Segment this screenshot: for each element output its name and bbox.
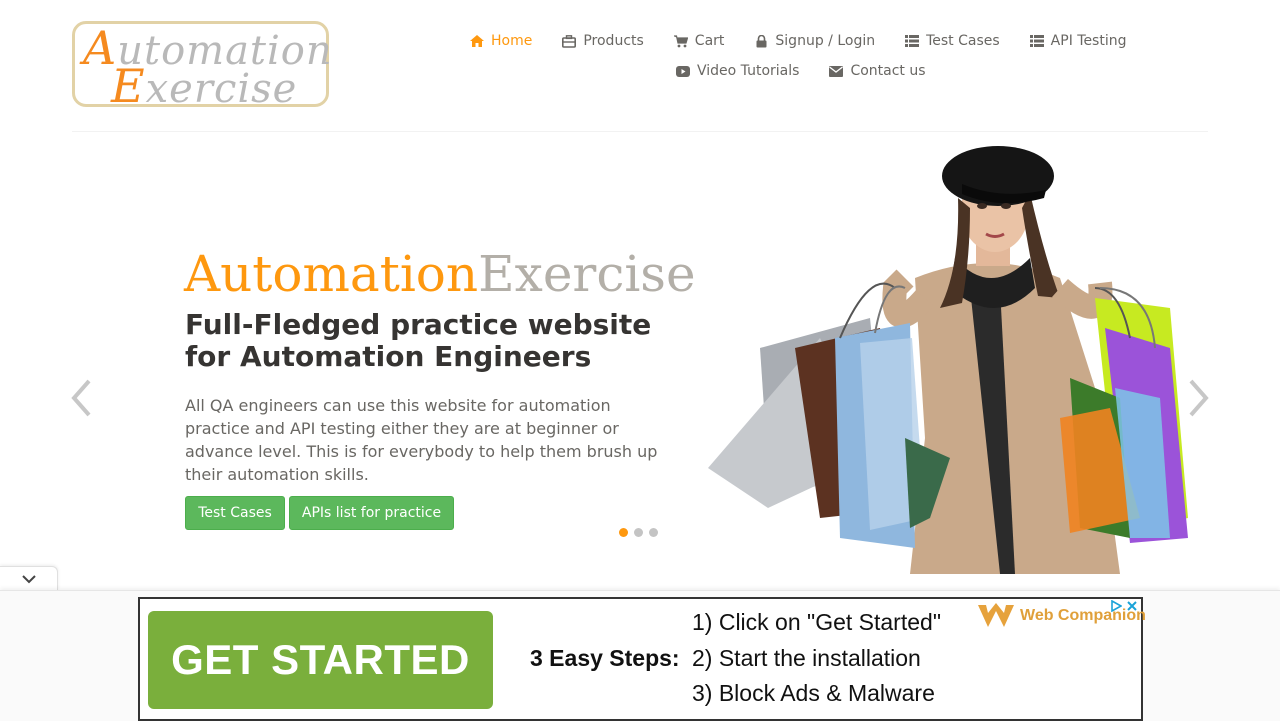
nav-contact-us[interactable]: Contact us [829, 63, 926, 79]
nav-video-tutorials-label: Video Tutorials [697, 63, 800, 79]
list-icon [905, 34, 920, 48]
ad-close-icon[interactable] [1125, 599, 1139, 613]
chevron-down-icon [21, 575, 36, 584]
nav-api-testing[interactable]: API Testing [1029, 33, 1127, 49]
cart-icon [673, 34, 688, 48]
nav-products[interactable]: Products [562, 33, 644, 49]
nav-signup-login[interactable]: Signup / Login [754, 33, 875, 49]
slider-brand-title: AutomationExercise [184, 245, 696, 303]
nav-cart-label: Cart [694, 33, 725, 49]
nav-test-cases[interactable]: Test Cases [905, 33, 1000, 49]
nav-api-testing-label: API Testing [1050, 33, 1127, 49]
main-nav: Home Products Cart Signup / Login Test C… [470, 26, 1190, 86]
slider-dot-1[interactable] [619, 528, 628, 537]
slider-prev-button[interactable] [70, 378, 91, 418]
nav-signup-login-label: Signup / Login [775, 33, 876, 49]
logo-line-2: Exercise [111, 59, 298, 113]
web-companion-logo-icon [978, 603, 1014, 627]
nav-home-label: Home [491, 33, 533, 49]
nav-products-label: Products [583, 33, 644, 49]
nav-contact-us-label: Contact us [850, 63, 926, 79]
home-icon [470, 34, 484, 48]
header-divider [72, 131, 1208, 132]
ad-step-1: 1) Click on "Get Started" [692, 609, 941, 635]
nav-home[interactable]: Home [470, 33, 532, 49]
site-logo[interactable]: Automation Exercise [72, 21, 332, 111]
ad-bar: GET STARTED 3 Easy Steps: 1) Click on "G… [0, 590, 1280, 721]
nav-video-tutorials[interactable]: Video Tutorials [676, 63, 799, 79]
ad-controls [1109, 599, 1139, 613]
list-icon [1029, 34, 1044, 48]
slider-headline: Full-Fledged practice website for Automa… [185, 308, 652, 373]
youtube-icon [676, 64, 690, 78]
briefcase-icon [562, 34, 577, 48]
ad-steps-title: 3 Easy Steps: [530, 645, 680, 671]
nav-test-cases-label: Test Cases [926, 33, 1000, 49]
envelope-icon [829, 64, 844, 78]
slider-dot-2[interactable] [634, 528, 643, 537]
ad-step-3: 3) Block Ads & Malware [692, 680, 935, 706]
ad-banner[interactable]: GET STARTED 3 Easy Steps: 1) Click on "G… [138, 597, 1146, 721]
test-cases-button[interactable]: Test Cases [185, 496, 285, 530]
chevron-right-icon [1189, 379, 1209, 417]
apis-list-button[interactable]: APIs list for practice [289, 496, 454, 530]
ad-get-started-button[interactable]: GET STARTED [148, 611, 493, 709]
hero-image [708, 146, 1188, 574]
slider-next-button[interactable] [1188, 378, 1209, 418]
slider-dot-3[interactable] [649, 528, 658, 537]
chevron-left-icon [71, 379, 91, 417]
nav-cart[interactable]: Cart [673, 33, 725, 49]
ad-step-2: 2) Start the installation [692, 645, 921, 671]
ad-collapse-tab[interactable] [0, 566, 58, 591]
slider-indicators [619, 528, 658, 537]
lock-icon [754, 34, 768, 48]
slider-description: All QA engineers can use this website fo… [185, 396, 658, 484]
adchoices-icon[interactable] [1109, 599, 1123, 613]
